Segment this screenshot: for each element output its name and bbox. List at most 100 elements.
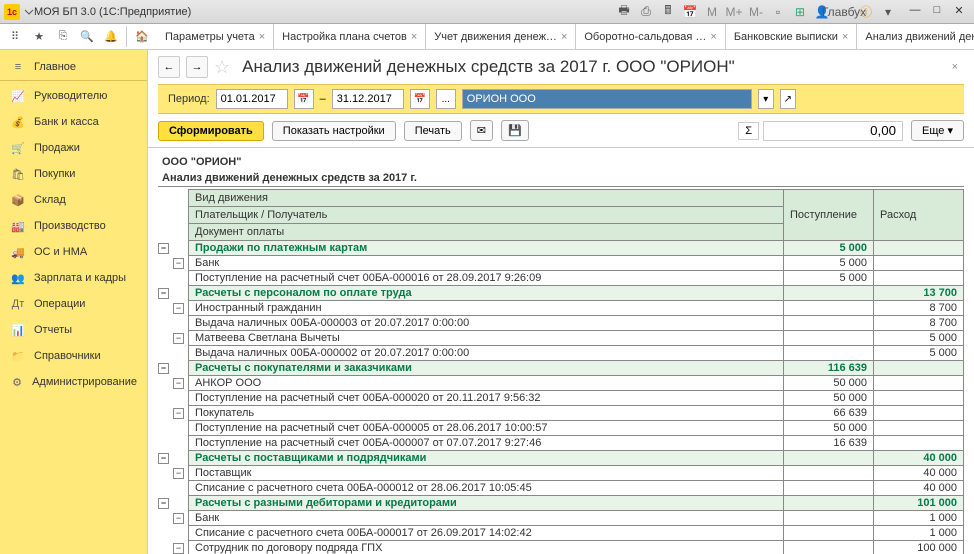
date-from-calendar-icon[interactable]: 📅	[294, 89, 314, 109]
search-icon[interactable]: 🔍	[76, 26, 98, 48]
table-row[interactable]: Списание с расчетного счета 00БА-000017 …	[158, 526, 964, 541]
sigma-icon[interactable]: Σ	[738, 122, 759, 140]
tab-close-icon[interactable]: ×	[842, 31, 848, 43]
date-to-input[interactable]	[332, 89, 404, 109]
table-row[interactable]: −Иностранный гражданин8 700	[158, 301, 964, 316]
page-close-button[interactable]: ×	[946, 61, 964, 73]
tab[interactable]: Оборотно-сальдовая … ×	[576, 24, 725, 49]
collapse-icon[interactable]: −	[158, 453, 169, 464]
sidebar-item[interactable]: 🚚ОС и НМА	[0, 239, 147, 265]
sidebar-item[interactable]: ДтОперации	[0, 291, 147, 317]
close-button[interactable]: ✕	[948, 4, 970, 20]
sidebar-item[interactable]: 📊Отчеты	[0, 317, 147, 343]
maximize-button[interactable]: □	[926, 4, 948, 20]
print-icon[interactable]: 🖶	[616, 4, 632, 20]
table-row[interactable]: −Банк5 000	[158, 256, 964, 271]
collapse-icon[interactable]: −	[173, 468, 184, 479]
table-row[interactable]: Выдача наличных 00БА-000003 от 20.07.201…	[158, 316, 964, 331]
table-row[interactable]: −Расчеты с покупателями и заказчиками116…	[158, 361, 964, 376]
forward-button[interactable]: →	[186, 56, 208, 78]
sidebar-item[interactable]: 🏭Производство	[0, 213, 147, 239]
minimize-button[interactable]: —	[904, 4, 926, 20]
organization-input[interactable]	[462, 89, 752, 109]
collapse-icon[interactable]: −	[158, 363, 169, 374]
history-icon[interactable]: ⎘	[52, 26, 74, 48]
star-icon[interactable]: ★	[28, 26, 50, 48]
email-button[interactable]: ✉	[470, 120, 493, 141]
table-row[interactable]: −Матвеева Светлана Вычеты5 000	[158, 331, 964, 346]
sidebar-item[interactable]: ⚙Администрирование	[0, 369, 147, 395]
table-row[interactable]: −Расчеты с поставщиками и подрядчиками40…	[158, 451, 964, 466]
bell-icon[interactable]: 🔔	[100, 26, 122, 48]
period-picker-button[interactable]: ...	[436, 89, 456, 109]
windows-icon[interactable]: ⊞	[792, 4, 808, 20]
sidebar-item[interactable]: 📈Руководителю	[0, 83, 147, 109]
sidebar-item[interactable]: ≡Главное	[0, 54, 147, 81]
collapse-icon[interactable]: −	[173, 543, 184, 554]
more-button[interactable]: Еще ▾	[911, 120, 964, 141]
m-icon[interactable]: M	[704, 4, 720, 20]
sidebar-item[interactable]: 🛒Продажи	[0, 135, 147, 161]
table-row[interactable]: −Поставщик40 000	[158, 466, 964, 481]
favorites-icon[interactable]: ▫	[770, 4, 786, 20]
tab[interactable]: Параметры учета ×	[157, 24, 274, 49]
tab-close-icon[interactable]: ×	[411, 31, 417, 43]
collapse-icon[interactable]: −	[158, 288, 169, 299]
apps-icon[interactable]: ⠿	[4, 26, 26, 48]
table-row[interactable]: Поступление на расчетный счет 00БА-00000…	[158, 421, 964, 436]
tab[interactable]: Учет движения денеж… ×	[426, 24, 576, 49]
table-row[interactable]: Поступление на расчетный счет 00БА-00001…	[158, 271, 964, 286]
table-row[interactable]: −Сотрудник по договору подряда ГПХ100 00…	[158, 541, 964, 554]
dropdown-icon[interactable]	[24, 7, 34, 17]
collapse-icon[interactable]: −	[173, 513, 184, 524]
user-name[interactable]: Главбух	[836, 4, 852, 20]
table-row[interactable]: Поступление на расчетный счет 00БА-00002…	[158, 391, 964, 406]
organization-picker-button[interactable]: ▾	[758, 89, 774, 109]
date-to-calendar-icon[interactable]: 📅	[410, 89, 430, 109]
collapse-icon[interactable]: −	[158, 498, 169, 509]
m-minus-icon[interactable]: M-	[748, 4, 764, 20]
sidebar-item[interactable]: 📁Справочники	[0, 343, 147, 369]
table-row[interactable]: −Покупатель66 639	[158, 406, 964, 421]
sidebar-item[interactable]: 📦Склад	[0, 187, 147, 213]
collapse-icon[interactable]: −	[173, 408, 184, 419]
report-area[interactable]: ООО "ОРИОН" Анализ движений денежных сре…	[148, 148, 974, 554]
favorite-star-icon[interactable]: ☆	[214, 57, 230, 78]
generate-button[interactable]: Сформировать	[158, 121, 264, 141]
tab-close-icon[interactable]: ×	[259, 31, 265, 43]
table-row[interactable]: −Продажи по платежным картам5 000	[158, 241, 964, 256]
save-button[interactable]: 💾	[501, 120, 529, 141]
home-icon[interactable]: 🏠	[131, 26, 153, 48]
date-from-input[interactable]	[216, 89, 288, 109]
collapse-icon[interactable]: −	[173, 378, 184, 389]
m-plus-icon[interactable]: M+	[726, 4, 742, 20]
table-row[interactable]: Списание с расчетного счета 00БА-000012 …	[158, 481, 964, 496]
sum-value-input[interactable]	[763, 121, 903, 141]
tab[interactable]: Банковские выписки ×	[726, 24, 858, 49]
show-settings-button[interactable]: Показать настройки	[272, 121, 396, 141]
calculator-icon[interactable]: 🖩	[660, 4, 676, 20]
table-row[interactable]: Выдача наличных 00БА-000002 от 20.07.201…	[158, 346, 964, 361]
sidebar-item[interactable]: 💰Банк и касса	[0, 109, 147, 135]
tab[interactable]: Анализ движений ден… ×	[857, 24, 974, 49]
tab[interactable]: Настройка плана счетов ×	[274, 24, 426, 49]
table-row[interactable]: Поступление на расчетный счет 00БА-00000…	[158, 436, 964, 451]
tab-close-icon[interactable]: ×	[561, 31, 567, 43]
collapse-icon[interactable]: −	[173, 333, 184, 344]
table-row[interactable]: −Расчеты с разными дебиторами и кредитор…	[158, 496, 964, 511]
organization-open-button[interactable]: ↗	[780, 89, 796, 109]
table-row[interactable]: −Банк1 000	[158, 511, 964, 526]
back-button[interactable]: ←	[158, 56, 180, 78]
sidebar-item[interactable]: 🛍Покупки	[0, 161, 147, 187]
tab-close-icon[interactable]: ×	[710, 31, 716, 43]
table-row[interactable]: −АНКОР ООО50 000	[158, 376, 964, 391]
menu-dropdown-icon[interactable]: ▾	[880, 4, 896, 20]
collapse-icon[interactable]: −	[173, 258, 184, 269]
info-icon[interactable]: ⓘ	[858, 4, 874, 20]
print-button[interactable]: Печать	[404, 121, 462, 141]
calendar-icon[interactable]: 📅	[682, 4, 698, 20]
table-row[interactable]: −Расчеты с персоналом по оплате труда13 …	[158, 286, 964, 301]
collapse-icon[interactable]: −	[173, 303, 184, 314]
sidebar-item[interactable]: 👥Зарплата и кадры	[0, 265, 147, 291]
preview-icon[interactable]: ⎙	[638, 4, 654, 20]
